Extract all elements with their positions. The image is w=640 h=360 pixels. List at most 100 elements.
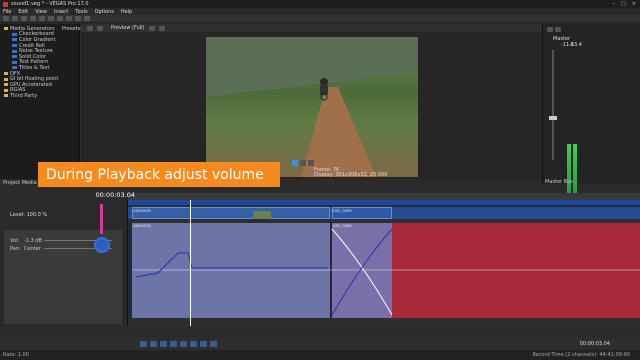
presets-label: Presets: — [62, 26, 82, 32]
timecode: 00:00:03.04 — [95, 191, 135, 199]
close-icon[interactable]: × — [632, 1, 636, 7]
pan-value: Center — [24, 246, 41, 252]
generator-icon — [12, 66, 17, 70]
generator-icon — [12, 60, 17, 64]
preview-settings-icon[interactable] — [87, 25, 93, 31]
menu-help[interactable]: Help — [121, 9, 132, 15]
video-level-label: Level: 100.0 % — [10, 212, 48, 218]
pan-label: Pan: — [10, 246, 21, 252]
paste-icon[interactable] — [66, 16, 72, 21]
properties-icon[interactable] — [30, 16, 36, 21]
master-bus-tab[interactable]: Master Bus — [545, 179, 573, 185]
master-fader-handle[interactable] — [549, 116, 557, 120]
menu-view[interactable]: View — [35, 9, 47, 15]
cut-icon[interactable] — [48, 16, 54, 21]
menu-tools[interactable]: Tools — [75, 9, 87, 15]
render-icon[interactable] — [39, 16, 45, 21]
down-arrow-icon — [100, 204, 103, 234]
gear-icon[interactable] — [547, 27, 553, 32]
menu-insert[interactable]: Insert — [54, 9, 68, 15]
record-icon[interactable] — [140, 340, 147, 347]
time-ruler[interactable] — [128, 193, 640, 200]
transport-bar: 00:00:03.04 — [0, 338, 640, 349]
overlay-icon[interactable] — [148, 25, 155, 31]
title-bar: sound1.veg * - VEGAS Pro 17.0 – □ × — [0, 0, 640, 8]
app-icon — [3, 1, 8, 7]
save-icon[interactable] — [21, 16, 27, 21]
display-value: 301x206x32, 25.000 — [335, 172, 388, 178]
video-clip-2[interactable]: DSC_0096 — [332, 207, 392, 219]
loop-icon[interactable] — [150, 340, 157, 347]
audio-clip-label-2: DSC_0096 — [333, 224, 352, 228]
pause-icon[interactable] — [180, 340, 187, 347]
project-media-tab[interactable]: Project Media — [0, 179, 40, 186]
video-clip-1[interactable]: VID00028 — [132, 207, 330, 219]
meter-right — [573, 144, 577, 194]
stop-icon[interactable] — [190, 340, 197, 347]
split-screen-icon[interactable] — [97, 25, 103, 31]
folder-icon — [4, 83, 8, 87]
folder-icon — [4, 77, 8, 81]
track-headers: Level: 100.0 % Vol: -1.3 dB Pan: Center — [0, 200, 128, 326]
new-icon[interactable] — [3, 16, 9, 21]
main-toolbar — [0, 15, 640, 23]
fx-icon[interactable] — [555, 27, 561, 32]
video-preview-pane: Preview (Full) Frame: 76 Display: 301x20… — [82, 24, 542, 179]
copy-icon[interactable] — [57, 16, 63, 21]
highlight-circle — [94, 237, 110, 253]
master-bus-pane: Master -11.6 -13.4 Master Bus — [542, 24, 640, 194]
media-generators-pane: Media Generators Checkerboard Color Gradi… — [0, 24, 82, 179]
window-title: sound1.veg * - VEGAS Pro 17.0 — [11, 1, 89, 7]
pause-icon[interactable] — [300, 160, 306, 166]
generator-icon — [12, 44, 17, 48]
master-toolbar — [547, 27, 561, 32]
redo-icon[interactable] — [84, 16, 90, 21]
snapshot-icon[interactable] — [158, 25, 165, 31]
folder-icon — [4, 27, 8, 31]
timeline: VID00028 DSC_0096 VID00028 DSC_0096 — [128, 193, 640, 326]
folder-icon — [4, 88, 8, 92]
minimize-icon[interactable]: – — [613, 1, 616, 7]
window-controls: – □ × — [613, 1, 640, 7]
video-track: VID00028 DSC_0096 — [128, 207, 640, 219]
menu-file[interactable]: File — [3, 9, 11, 15]
meter-left — [567, 144, 571, 194]
audio-clip-label-1: VID00028 — [133, 224, 151, 228]
generator-icon — [12, 32, 17, 36]
video-frame — [206, 37, 418, 177]
menu-edit[interactable]: Edit — [18, 9, 28, 15]
folder-icon — [4, 72, 8, 76]
generator-icon — [12, 55, 17, 59]
preview-transport — [292, 160, 314, 166]
loop-region-bar[interactable] — [128, 200, 640, 205]
folder-item[interactable]: Third Party — [4, 93, 79, 99]
transport-time: 00:00:03.04 — [579, 340, 610, 347]
status-bar: Rate: 1.00 Record Time (2 channels): 44:… — [0, 350, 640, 360]
go-to-end-icon[interactable] — [210, 340, 217, 347]
folder-icon — [4, 94, 8, 98]
record-time: Record Time (2 channels): 44:41:09:00 — [532, 352, 630, 358]
trail-scene-image — [206, 37, 418, 177]
db-right: -13.4 — [569, 42, 582, 48]
master-fader-track — [552, 50, 554, 160]
play-from-start-icon[interactable] — [160, 340, 167, 347]
go-to-start-icon[interactable] — [200, 340, 207, 347]
vol-value: -1.3 dB — [24, 238, 42, 244]
preview-quality-select[interactable]: Preview (Full) — [111, 25, 145, 31]
play-icon[interactable] — [170, 340, 177, 347]
stop-icon[interactable] — [308, 160, 314, 166]
undo-icon[interactable] — [75, 16, 81, 21]
menu-bar: File Edit View Insert Tools Options Help — [0, 8, 640, 15]
menu-options[interactable]: Options — [95, 9, 114, 15]
generator-icon — [12, 38, 17, 42]
playhead[interactable] — [190, 200, 191, 326]
audio-track: VID00028 DSC_0096 — [128, 223, 640, 318]
vol-label: Vol: — [10, 238, 20, 244]
generator-icon — [12, 49, 17, 53]
open-icon[interactable] — [12, 16, 18, 21]
preview-toolbar: Preview (Full) — [82, 24, 542, 32]
play-icon[interactable] — [292, 160, 298, 166]
preview-info: Frame: 76 Display: 301x206x32, 25.000 — [314, 167, 388, 178]
maximize-icon[interactable]: □ — [621, 1, 626, 7]
instruction-banner: During Playback adjust volume — [38, 162, 280, 187]
